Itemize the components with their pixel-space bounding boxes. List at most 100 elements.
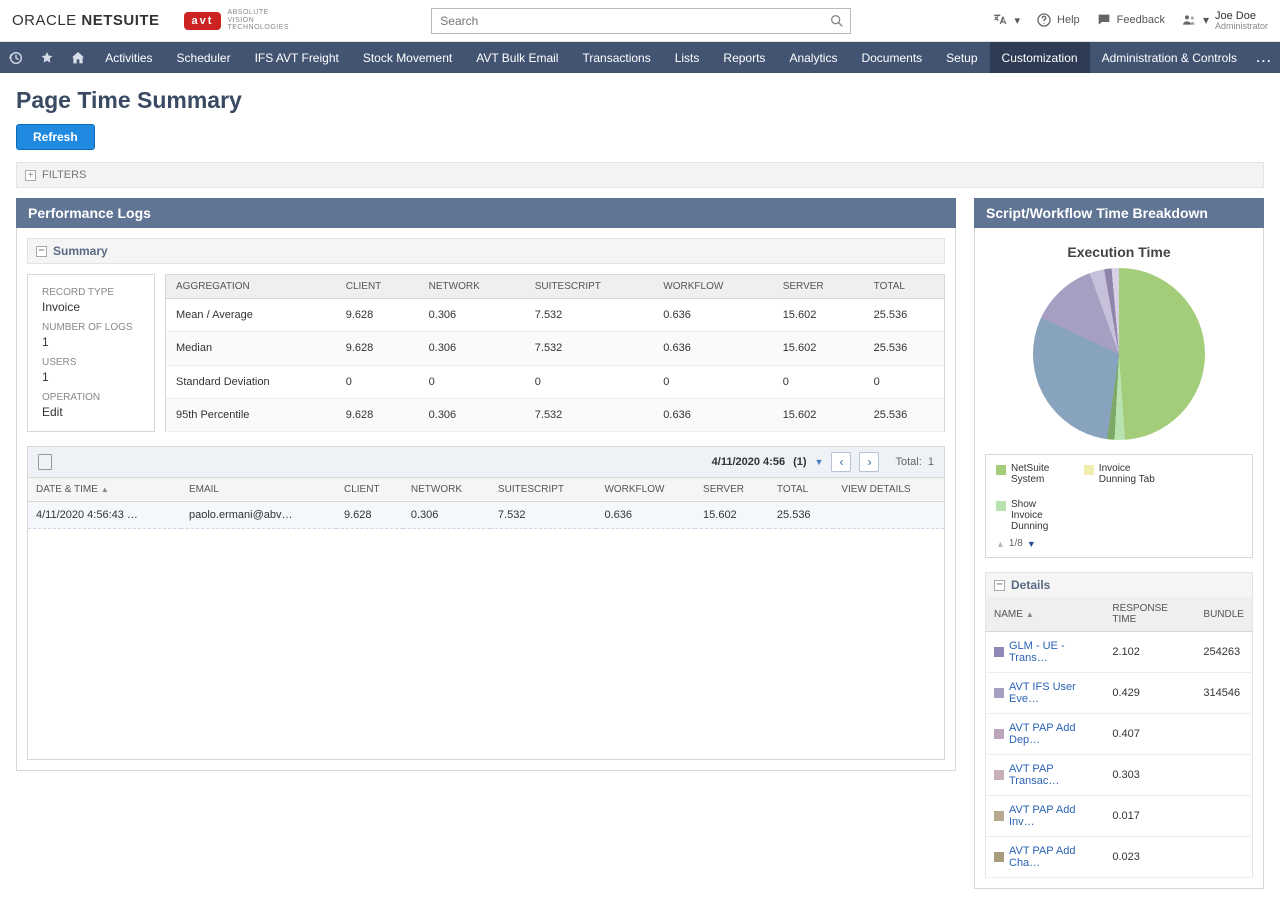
page-body: Page Time Summary Refresh + FILTERS Perf… xyxy=(0,73,1280,903)
log-row[interactable]: 4/11/2020 4:56:43 …paolo.ermani@abv…9.62… xyxy=(28,502,944,529)
details-name-link[interactable]: AVT PAP Transac… xyxy=(994,763,1096,787)
pager-prev-button[interactable]: ‹ xyxy=(831,452,851,472)
log-header-cell[interactable]: CLIENT xyxy=(336,478,403,502)
log-empty-area xyxy=(28,529,944,759)
agg-header-cell: WORKFLOW xyxy=(653,275,772,299)
details-name-link[interactable]: GLM - UE - Trans… xyxy=(994,640,1096,664)
menu-item-documents[interactable]: Documents xyxy=(849,42,934,73)
menu-item-customization[interactable]: Customization xyxy=(990,42,1090,73)
home-icon[interactable] xyxy=(62,42,93,73)
details-row: GLM - UE - Trans…2.102254263 xyxy=(986,632,1253,673)
help-link[interactable]: Help xyxy=(1036,12,1080,28)
log-header-cell[interactable]: WORKFLOW xyxy=(596,478,695,502)
menu-item-administration-controls[interactable]: Administration & Controls xyxy=(1090,42,1249,73)
help-label: Help xyxy=(1057,14,1080,26)
menu-item-lists[interactable]: Lists xyxy=(663,42,712,73)
details-header[interactable]: – Details xyxy=(985,572,1253,598)
legend-item[interactable]: Show Invoice Dunning xyxy=(996,499,1070,532)
menu-item-reports[interactable]: Reports xyxy=(711,42,777,73)
details-name-link[interactable]: AVT PAP Add Dep… xyxy=(994,722,1096,746)
details-bundle xyxy=(1195,714,1252,755)
agg-header-cell: NETWORK xyxy=(419,275,525,299)
log-header-cell[interactable]: DATE & TIME▲ xyxy=(28,478,181,502)
pager-next-button[interactable]: › xyxy=(859,452,879,472)
export-icon[interactable] xyxy=(38,454,52,470)
agg-header-cell: AGGREGATION xyxy=(166,275,336,299)
details-response-time: 0.407 xyxy=(1104,714,1195,755)
log-header-cell[interactable]: NETWORK xyxy=(403,478,490,502)
favorites-icon[interactable] xyxy=(31,42,62,73)
details-header-cell[interactable]: RESPONSE TIME xyxy=(1104,597,1195,632)
log-table: DATE & TIME▲EMAILCLIENTNETWORKSUITESCRIP… xyxy=(28,478,944,529)
collapse-icon: – xyxy=(994,580,1005,591)
agg-cell: 0 xyxy=(336,365,419,398)
log-header-cell[interactable]: VIEW DETAILS xyxy=(833,478,944,502)
details-table: NAME▲RESPONSE TIMEBUNDLE GLM - UE - Tran… xyxy=(985,597,1253,878)
log-header-cell[interactable]: SUITESCRIPT xyxy=(490,478,597,502)
agg-cell: 15.602 xyxy=(773,398,864,431)
log-header-cell[interactable]: SERVER xyxy=(695,478,769,502)
log-header-cell[interactable]: EMAIL xyxy=(181,478,336,502)
menu-item-transactions[interactable]: Transactions xyxy=(570,42,662,73)
menu-item-activities[interactable]: Activities xyxy=(93,42,164,73)
agg-cell: 9.628 xyxy=(336,299,419,332)
breakdown-body: Execution Time NetSuite SystemInvoice Du… xyxy=(974,228,1264,889)
legend-next-icon[interactable]: ▼ xyxy=(1027,539,1036,549)
filters-bar[interactable]: + FILTERS xyxy=(16,162,1264,188)
legend-item[interactable]: Invoice Dunning Tab xyxy=(1084,463,1158,485)
avt-tagline: ABSOLUTE VISION TECHNOLOGIES xyxy=(227,9,289,32)
legend-item[interactable]: NetSuite System xyxy=(996,463,1070,485)
menu-item-stock-movement[interactable]: Stock Movement xyxy=(351,42,464,73)
details-bundle xyxy=(1195,796,1252,837)
pager-dropdown-icon[interactable]: ▼ xyxy=(815,457,824,467)
details-name-text: AVT PAP Add Cha… xyxy=(1009,845,1096,869)
avt-line2: VISION xyxy=(227,17,289,25)
agg-header-cell: TOTAL xyxy=(864,275,945,299)
log-cell: 9.628 xyxy=(336,502,403,529)
legend-pager: ▲ 1/8 ▼ xyxy=(996,538,1242,549)
num-logs-label: NUMBER OF LOGS xyxy=(42,322,140,333)
legend-swatch xyxy=(996,501,1006,511)
log-toolbar-right: 4/11/2020 4:56 (1) ▼ ‹ › Total: 1 xyxy=(712,452,934,472)
agg-cell: Mean / Average xyxy=(166,299,336,332)
record-type-label: RECORD TYPE xyxy=(42,287,140,298)
log-cell: 4/11/2020 4:56:43 … xyxy=(28,502,181,529)
agg-row: Median9.6280.3067.5320.63615.60225.536 xyxy=(166,332,945,365)
feedback-link[interactable]: Feedback xyxy=(1096,12,1165,28)
details-header-cell[interactable]: BUNDLE xyxy=(1195,597,1252,632)
agg-cell: Standard Deviation xyxy=(166,365,336,398)
menu-item-setup[interactable]: Setup xyxy=(934,42,989,73)
details-swatch xyxy=(994,688,1004,698)
menu-item-ifs-avt-freight[interactable]: IFS AVT Freight xyxy=(243,42,351,73)
refresh-button[interactable]: Refresh xyxy=(16,124,95,150)
summary-title: Summary xyxy=(53,244,108,258)
recent-records-icon[interactable] xyxy=(0,42,31,73)
menu-item-avt-bulk-email[interactable]: AVT Bulk Email xyxy=(464,42,570,73)
user-menu[interactable]: ▾ Joe Doe Administrator xyxy=(1181,10,1268,32)
details-row: AVT IFS User Eve…0.429314546 xyxy=(986,673,1253,714)
search-icon[interactable] xyxy=(829,13,845,32)
details-name-link[interactable]: AVT IFS User Eve… xyxy=(994,681,1096,705)
user-role: Administrator xyxy=(1215,22,1268,32)
menu-item-scheduler[interactable]: Scheduler xyxy=(165,42,243,73)
language-switcher[interactable]: ▾ xyxy=(993,12,1020,28)
details-swatch xyxy=(994,852,1004,862)
legend-prev-icon[interactable]: ▲ xyxy=(996,539,1005,549)
agg-cell: 0.306 xyxy=(419,299,525,332)
details-name-link[interactable]: AVT PAP Add Cha… xyxy=(994,845,1096,869)
log-header-cell[interactable]: TOTAL xyxy=(769,478,833,502)
avt-badge: avt xyxy=(184,12,222,30)
log-cell: paolo.ermani@abv… xyxy=(181,502,336,529)
menu-overflow[interactable]: ... xyxy=(1249,42,1280,73)
details-name-link[interactable]: AVT PAP Add Inv… xyxy=(994,804,1096,828)
details-response-time: 2.102 xyxy=(1104,632,1195,673)
agg-cell: 7.532 xyxy=(525,398,654,431)
sort-asc-icon: ▲ xyxy=(1026,610,1034,619)
details-header-cell[interactable]: NAME▲ xyxy=(986,597,1105,632)
page-title: Page Time Summary xyxy=(16,87,1264,114)
agg-cell: 0 xyxy=(653,365,772,398)
summary-header[interactable]: – Summary xyxy=(27,238,945,264)
search-input[interactable] xyxy=(431,8,851,34)
user-text: Joe Doe Administrator xyxy=(1215,10,1268,32)
menu-item-analytics[interactable]: Analytics xyxy=(777,42,849,73)
